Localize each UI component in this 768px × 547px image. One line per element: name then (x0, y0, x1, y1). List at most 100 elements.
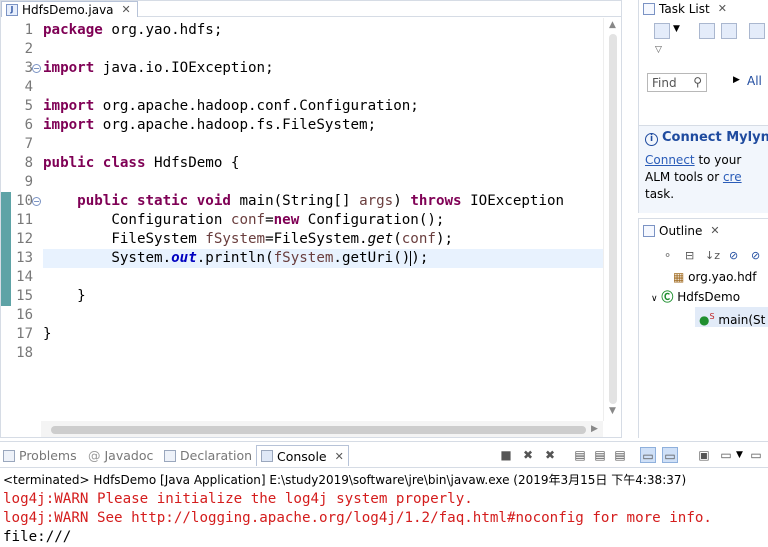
code-line[interactable]: } (43, 287, 603, 306)
editor-tab-hdfsdemo[interactable]: J HdfsDemo.java ✕ (1, 1, 138, 17)
hide-fields-icon[interactable]: ⚬ (663, 249, 672, 262)
tab-console[interactable]: Console ✕ (256, 445, 349, 466)
chevron-down-icon[interactable]: ▼ (736, 450, 743, 460)
code-token: org.apache.hadoop.fs.FileSystem; (94, 117, 377, 133)
static-marker-icon: S (709, 312, 715, 321)
find-input[interactable]: Find ⚲ (647, 73, 707, 92)
code-line[interactable]: FileSystem fSystem=FileSystem.get(conf); (43, 230, 603, 249)
line-number: 14 (16, 269, 33, 285)
collapse-all-icon[interactable] (749, 23, 765, 39)
task-list-icon (643, 2, 655, 15)
current-code-line[interactable]: System.out.println(fSystem.getUri()); (43, 249, 603, 268)
code-token: class (102, 155, 146, 171)
line-number-gutter: 1 2 3 4 5 6 7 8 9 10 11 12 13 14 15 16 17 18− − (1, 18, 41, 421)
code-line[interactable] (43, 268, 603, 287)
code-token: package (43, 22, 103, 38)
code-token: new (273, 212, 300, 228)
code-token: conf (230, 212, 266, 228)
code-line[interactable]: } (43, 325, 603, 344)
code-area[interactable]: package org.yao.hdfs; import java.io.IOEx… (43, 18, 603, 421)
tab-javadoc[interactable]: @ Javadoc (88, 445, 153, 466)
code-line[interactable]: Configuration conf=new Configuration(); (43, 211, 603, 230)
create-link[interactable]: cre (723, 170, 742, 184)
task-list-title: Task List (659, 1, 710, 16)
view-menu-icon[interactable]: ▽ (655, 45, 662, 55)
hide-non-public-icon[interactable]: ⊘ (729, 249, 738, 262)
show-on-stdout-icon[interactable]: ▭ (640, 447, 656, 463)
scroll-lock-icon[interactable]: ▤ (592, 447, 608, 463)
new-task-icon[interactable] (654, 23, 670, 39)
code-token: ); (435, 231, 454, 247)
code-token: java.io.IOException; (94, 60, 274, 76)
hscroll-thumb[interactable] (51, 426, 586, 434)
console-status: <terminated> HdfsDemo [Java Application]… (3, 473, 687, 487)
display-console-icon[interactable]: ▭ (718, 447, 734, 463)
vertical-scrollbar[interactable]: ▲ ▼ (603, 18, 621, 421)
tab-task-list[interactable]: Task List ✕ (643, 0, 727, 17)
close-icon[interactable]: ✕ (122, 3, 131, 16)
remove-launch-icon[interactable]: ✖ (520, 447, 536, 463)
outline-method-row[interactable]: ●S main(St (695, 307, 768, 327)
close-icon[interactable]: ✕ (710, 224, 719, 237)
collapse-all-icon[interactable]: ⊟ (685, 249, 694, 262)
fold-collapse-icon[interactable]: − (32, 64, 41, 73)
outline-package-row[interactable]: ▦ org.yao.hdf (673, 267, 757, 287)
code-token: org.yao.hdfs; (102, 22, 223, 38)
line-number: 9 (24, 174, 33, 190)
show-on-stderr-icon[interactable]: ▭ (662, 447, 678, 463)
code-token: .println( (196, 250, 274, 266)
remove-all-icon[interactable]: ✖ (542, 447, 558, 463)
connect-link[interactable]: Connect (645, 153, 695, 167)
declaration-icon (164, 449, 176, 462)
package-icon: ▦ (673, 270, 685, 284)
outline-class-row[interactable]: ∨ Ⓒ HdfsDemo (651, 287, 740, 307)
tab-problems-label: Problems (19, 448, 77, 463)
code-line[interactable] (43, 40, 603, 59)
code-line[interactable] (43, 344, 603, 363)
clear-console-icon[interactable]: ▤ (572, 447, 588, 463)
all-filter-link[interactable]: All (747, 74, 762, 88)
chevron-down-icon[interactable]: ▼ (673, 24, 680, 34)
code-line[interactable]: import org.apache.hadoop.fs.FileSystem; (43, 116, 603, 135)
hide-static-icon[interactable]: ⊘ (751, 249, 760, 262)
close-icon[interactable]: ✕ (335, 450, 344, 463)
code-line[interactable]: package org.yao.hdfs; (43, 21, 603, 40)
scroll-thumb[interactable] (609, 34, 617, 404)
categorized-icon[interactable] (699, 23, 715, 39)
chevron-down-icon[interactable]: ∨ (651, 294, 658, 304)
scroll-right-icon[interactable]: ▶ (591, 424, 598, 434)
close-icon[interactable]: ✕ (718, 2, 727, 15)
code-line[interactable]: import java.io.IOException; (43, 59, 603, 78)
pin-console-icon[interactable]: ▣ (696, 447, 712, 463)
code-line[interactable] (43, 306, 603, 325)
code-line[interactable]: public class HdfsDemo { (43, 154, 603, 173)
code-line[interactable]: import org.apache.hadoop.conf.Configurat… (43, 97, 603, 116)
code-line[interactable] (43, 173, 603, 192)
sort-icon[interactable]: ↓z (705, 249, 720, 262)
fold-collapse-icon[interactable]: − (32, 197, 41, 206)
code-line[interactable] (43, 135, 603, 154)
code-token: } (43, 288, 86, 304)
line-number: 11 (16, 212, 33, 228)
code-token: static (136, 193, 189, 209)
code-line[interactable]: public static void main(String[] args) t… (43, 192, 603, 211)
horizontal-scrollbar[interactable]: ▶ (41, 421, 603, 437)
scroll-down-icon[interactable]: ▼ (609, 406, 616, 416)
line-number: 8 (24, 155, 33, 171)
tab-outline[interactable]: Outline ✕ (643, 222, 720, 239)
search-icon: ⚲ (693, 75, 702, 89)
code-token: void (196, 193, 231, 209)
tab-problems[interactable]: Problems (3, 445, 77, 466)
class-icon: Ⓒ (661, 290, 674, 304)
code-line[interactable] (43, 78, 603, 97)
code-token: throws (410, 193, 462, 209)
scroll-up-icon[interactable]: ▲ (609, 20, 616, 30)
code-token: import (43, 117, 95, 133)
word-wrap-icon[interactable]: ▤ (612, 447, 628, 463)
open-console-icon[interactable]: ▭ (748, 447, 764, 463)
scheduled-icon[interactable] (721, 23, 737, 39)
tab-declaration[interactable]: Declaration (164, 445, 252, 466)
line-number: 17 (16, 326, 33, 342)
terminate-icon[interactable]: ■ (498, 447, 514, 463)
